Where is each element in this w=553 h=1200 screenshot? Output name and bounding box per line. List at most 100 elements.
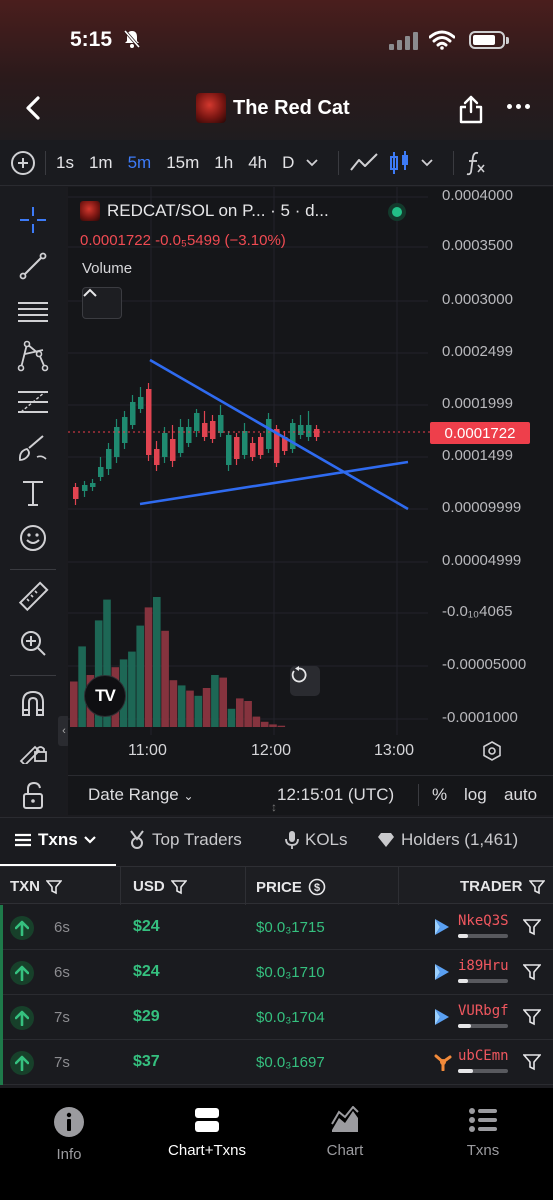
filter-icon[interactable]: [522, 963, 542, 986]
chevron-down-icon[interactable]: [421, 158, 434, 167]
date-range-label: Date Range: [88, 785, 179, 804]
nav-chart[interactable]: Chart: [290, 1106, 400, 1159]
candle-body: [242, 431, 248, 455]
tab-kols[interactable]: KOLs: [285, 830, 348, 850]
battery-icon: [469, 31, 509, 49]
volume-bar: [219, 677, 227, 727]
chevron-down-icon[interactable]: [306, 158, 319, 167]
live-status-indicator: [388, 203, 406, 221]
candle-body: [194, 413, 200, 431]
symbol-legend[interactable]: REDCAT/SOL on P... · 5 · d...: [80, 201, 329, 221]
auto-scale-toggle[interactable]: auto: [504, 785, 537, 805]
timeframe-5m[interactable]: 5m: [128, 153, 152, 173]
crosshair-icon[interactable]: [16, 203, 50, 237]
trader-address[interactable]: ubCEmn: [458, 1048, 509, 1064]
candle-body: [314, 429, 320, 437]
emoji-icon[interactable]: [16, 521, 50, 555]
tab-top-traders[interactable]: Top Traders: [128, 830, 242, 850]
filter-icon: [170, 879, 187, 894]
table-row[interactable]: 6s $24 $0.0₃1715 NkeQ3S: [0, 905, 553, 950]
trader-address[interactable]: VURbgf: [458, 1003, 509, 1019]
trader-address[interactable]: i89Hru: [458, 958, 509, 974]
candle-body: [138, 397, 144, 409]
token-logo-small: [80, 201, 100, 221]
trader-address[interactable]: NkeQ3S: [458, 913, 509, 929]
volume-label[interactable]: Volume: [82, 260, 132, 277]
function-icon[interactable]: [464, 150, 486, 176]
nav-info[interactable]: Info: [14, 1106, 124, 1163]
filter-icon[interactable]: [522, 918, 542, 941]
magnet-icon[interactable]: [16, 687, 50, 721]
table-row[interactable]: 7s $29 $0.0₃1704 VURbgf: [0, 995, 553, 1040]
header-txn[interactable]: TXN: [10, 878, 62, 895]
ruler-icon[interactable]: [16, 580, 50, 614]
date-range-button[interactable]: Date Range ⌄: [88, 785, 194, 805]
tab-kols-label: KOLs: [305, 830, 348, 849]
timeframe-1s[interactable]: 1s: [56, 153, 74, 173]
line-chart-icon[interactable]: [349, 152, 379, 174]
pattern-icon[interactable]: [16, 339, 50, 373]
nav-chart-txns-label: Chart+Txns: [168, 1142, 246, 1159]
volume-bar: [70, 681, 78, 727]
list-icon: [15, 833, 31, 847]
resize-handle-icon[interactable]: ↕: [271, 800, 277, 814]
trend-line-icon[interactable]: [16, 249, 50, 283]
table-row[interactable]: 7s $37 $0.0₃1697 ubCEmn: [0, 1040, 553, 1085]
timeframe-1m[interactable]: 1m: [89, 153, 113, 173]
txn-price: $0.0₃1704: [256, 1009, 325, 1026]
header-usd[interactable]: USD: [133, 878, 187, 895]
volume-bar: [186, 690, 194, 727]
horizontal-lines-icon[interactable]: [16, 295, 50, 329]
timeframe-1h[interactable]: 1h: [214, 153, 233, 173]
tab-holders[interactable]: Holders (1,461): [377, 830, 518, 850]
filter-icon[interactable]: [522, 1053, 542, 1076]
trader-volume-bar: [458, 934, 508, 938]
header-trader[interactable]: TRADER: [460, 878, 545, 895]
share-icon[interactable]: [458, 94, 484, 129]
more-options-icon[interactable]: [507, 104, 530, 109]
timeframe-4h[interactable]: 4h: [248, 153, 267, 173]
collapse-legend-button[interactable]: [82, 287, 122, 319]
lock-drawing-icon[interactable]: [16, 732, 50, 766]
microphone-icon: [285, 831, 299, 849]
utc-clock[interactable]: 12:15:01 (UTC): [277, 785, 394, 805]
volume-bar: [269, 724, 277, 727]
medal-icon: [130, 830, 144, 849]
candle-body: [162, 433, 168, 457]
text-tool-icon[interactable]: [16, 476, 50, 510]
filter-icon[interactable]: [522, 1008, 542, 1031]
fib-retracement-icon[interactable]: [16, 385, 50, 419]
price-tick: 0.00004999: [442, 552, 522, 569]
txn-table-header: TXN USD PRICE $ TRADER: [0, 866, 553, 905]
txn-price: $0.0₃1715: [256, 919, 325, 936]
price-chart[interactable]: REDCAT/SOL on P... · 5 · d... 0.0001722 …: [68, 187, 553, 815]
unlock-icon[interactable]: [16, 778, 50, 812]
back-icon[interactable]: [24, 96, 42, 125]
timeframe-15m[interactable]: 15m: [166, 153, 199, 173]
zoom-in-icon[interactable]: [16, 626, 50, 660]
tab-holders-label: Holders (1,461): [401, 830, 519, 849]
txn-usd: $24: [133, 963, 160, 980]
token-logo: [196, 93, 226, 123]
brush-icon[interactable]: [16, 431, 50, 465]
table-row[interactable]: 6s $24 $0.0₃1710 i89Hru: [0, 950, 553, 995]
nav-chart-txns[interactable]: Chart+Txns: [152, 1106, 262, 1159]
drawing-tools-sidebar: [0, 187, 66, 815]
txn-usd: $24: [133, 918, 160, 935]
diamond-icon: [378, 833, 394, 847]
candles-icon[interactable]: [389, 150, 411, 176]
log-scale-toggle[interactable]: log: [464, 785, 487, 805]
tradingview-logo[interactable]: TV: [84, 675, 126, 717]
time-tick: 11:00: [128, 742, 167, 759]
symbol-title: REDCAT/SOL on P... · 5 · d...: [107, 201, 329, 220]
add-indicator-icon[interactable]: [11, 150, 35, 175]
area-chart-icon: [331, 1106, 359, 1132]
percent-scale-toggle[interactable]: %: [432, 785, 447, 805]
timeframe-d[interactable]: D: [282, 153, 294, 173]
tab-txns[interactable]: Txns: [14, 830, 96, 850]
reset-chart-icon[interactable]: [290, 666, 320, 696]
volume-bar: [177, 685, 186, 727]
header-price[interactable]: PRICE $: [256, 878, 326, 896]
nav-txns[interactable]: Txns: [428, 1106, 538, 1159]
bottom-nav: Info Chart+Txns Chart Txns: [0, 1088, 553, 1200]
